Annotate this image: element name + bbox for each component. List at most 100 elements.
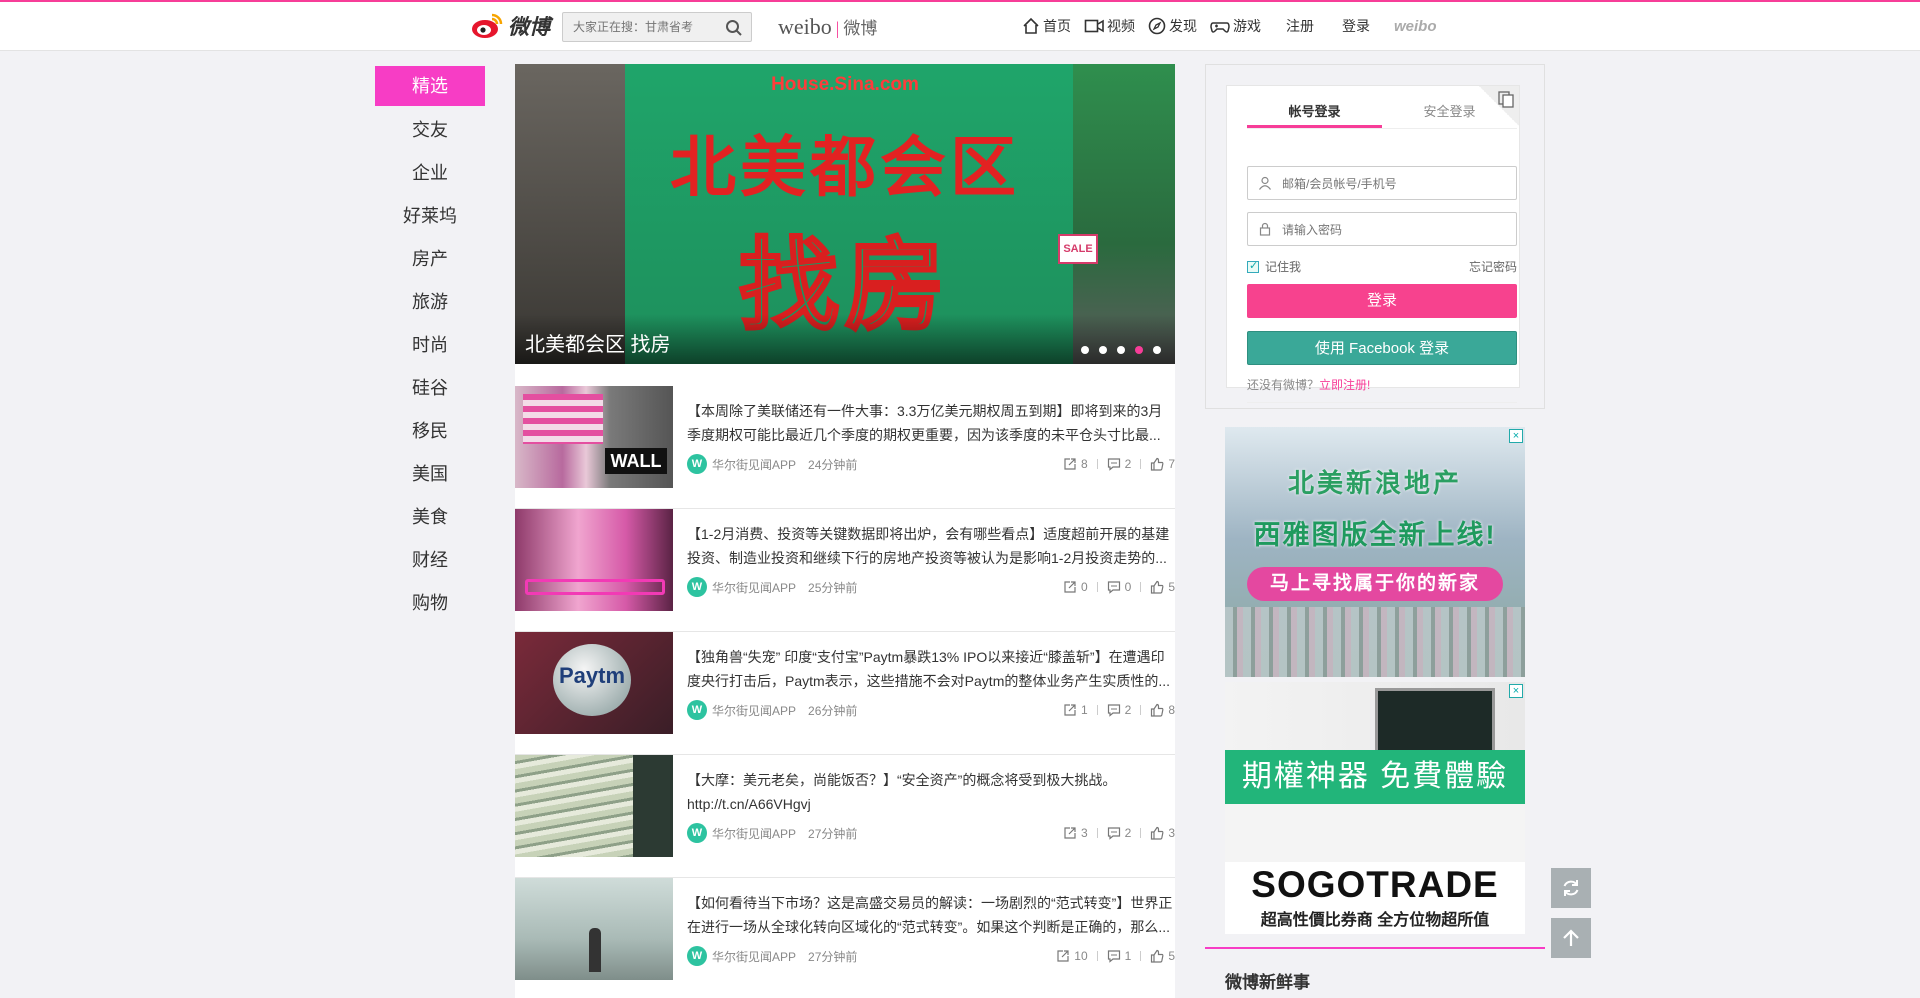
tab-account-login[interactable]: 帐号登录: [1247, 101, 1382, 128]
feed-text[interactable]: 【本周除了美联储还有一件大事：3.3万亿美元期权周五到期】即将到来的3月季度期权…: [687, 399, 1175, 447]
source-avatar[interactable]: W: [687, 946, 707, 966]
category-item[interactable]: 企业: [375, 152, 485, 195]
feed-source[interactable]: 华尔街见闻APP: [712, 456, 796, 473]
nav-games[interactable]: 游戏: [1210, 16, 1261, 36]
search-icon[interactable]: [725, 19, 743, 37]
like-action[interactable]: 5: [1150, 949, 1175, 963]
password-input[interactable]: [1282, 220, 1502, 240]
carousel-dot[interactable]: [1153, 346, 1161, 354]
category-item[interactable]: 精选: [375, 66, 485, 106]
thumbs-up-icon: [1151, 580, 1164, 594]
login-button[interactable]: 登录: [1247, 284, 1517, 318]
category-item[interactable]: 旅游: [375, 281, 485, 324]
username-field[interactable]: [1247, 166, 1517, 200]
ad1-cta[interactable]: 马上寻找属于你的新家: [1247, 567, 1503, 601]
search-box: [562, 12, 752, 42]
like-action[interactable]: 5: [1150, 580, 1175, 594]
feed-item[interactable]: 【大摩：美元老矣，尚能饭否？】“安全资产”的概念将受到极大挑战。http://t…: [515, 755, 1175, 878]
category-item[interactable]: 交友: [375, 109, 485, 152]
register-now-link[interactable]: 立即注册!: [1319, 378, 1370, 392]
stat-divider: [1096, 951, 1098, 961]
back-to-top-button[interactable]: [1551, 918, 1591, 958]
ad-sogotrade[interactable]: 期權神器 免費體驗 SOGOTRADE 超高性價比券商 全方位物超所值 ×: [1225, 682, 1525, 934]
repost-action[interactable]: 0: [1063, 580, 1088, 594]
carousel-dot[interactable]: [1135, 346, 1143, 354]
weibo-small-logo[interactable]: weibo: [1394, 18, 1437, 35]
feed-source[interactable]: 华尔街见闻APP: [712, 825, 796, 842]
forgot-password-link[interactable]: 忘记密码: [1469, 258, 1517, 275]
category-item[interactable]: 美国: [375, 453, 485, 496]
comment-icon: [1107, 950, 1120, 963]
source-avatar[interactable]: W: [687, 577, 707, 597]
feed-text[interactable]: 【独角兽“失宠” 印度“支付宝”Paytm暴跌13% IPO以来接近“膝盖斩”】…: [687, 645, 1175, 693]
feed-thumbnail[interactable]: [515, 755, 673, 857]
facebook-login-button[interactable]: 使用 Facebook 登录: [1247, 331, 1517, 365]
comment-action[interactable]: 1: [1107, 949, 1132, 963]
category-item[interactable]: 好莱坞: [375, 195, 485, 238]
category-item[interactable]: 财经: [375, 539, 485, 582]
ad1-close-icon[interactable]: ×: [1509, 429, 1523, 443]
nav-discover[interactable]: 发现: [1148, 16, 1197, 36]
feed-thumbnail[interactable]: [515, 509, 673, 611]
register-link[interactable]: 注册: [1286, 16, 1314, 36]
ad2-close-icon[interactable]: ×: [1509, 684, 1523, 698]
banner-carousel[interactable]: House.Sina.com 北美都会区 找房 SALE 北美都会区 找房: [515, 64, 1175, 364]
banner-site-text: House.Sina.com: [771, 74, 919, 95]
remember-checkbox[interactable]: [1247, 259, 1259, 273]
repost-action[interactable]: 1: [1063, 703, 1088, 717]
category-item[interactable]: 房产: [375, 238, 485, 281]
repost-action[interactable]: 10: [1056, 949, 1088, 963]
feed-text[interactable]: 【1-2月消费、投资等关键数据即将出炉，会有哪些看点】适度超前开展的基建投资、制…: [687, 522, 1175, 570]
nav-home[interactable]: 首页: [1022, 16, 1071, 36]
ad-seattle-realty[interactable]: 北美新浪地产 西雅图版全新上线! 马上寻找属于你的新家 ×: [1225, 427, 1525, 677]
weibo-logo[interactable]: 微博: [470, 11, 570, 41]
like-action[interactable]: 7: [1150, 457, 1175, 471]
repost-action[interactable]: 8: [1063, 457, 1088, 471]
feed-item[interactable]: 【如何看待当下市场？这是高盛交易员的解读：一场剧烈的“范式转变”】世界正在进行一…: [515, 878, 1175, 998]
feed-thumbnail[interactable]: WALL: [515, 386, 673, 488]
stat-divider: [1140, 828, 1142, 838]
search-input[interactable]: [563, 13, 713, 41]
source-avatar[interactable]: W: [687, 823, 707, 843]
feed-item[interactable]: 【1-2月消费、投资等关键数据即将出炉，会有哪些看点】适度超前开展的基建投资、制…: [515, 509, 1175, 632]
username-input[interactable]: [1282, 174, 1502, 194]
feed-item[interactable]: Paytm 【独角兽“失宠” 印度“支付宝”Paytm暴跌13% IPO以来接近“…: [515, 632, 1175, 755]
nav-video[interactable]: 视频: [1084, 16, 1135, 36]
comment-action[interactable]: 0: [1107, 580, 1131, 594]
feed-source[interactable]: 华尔街见闻APP: [712, 702, 796, 719]
feed-source[interactable]: 华尔街见闻APP: [712, 579, 796, 596]
password-field[interactable]: [1247, 212, 1517, 246]
category-item[interactable]: 移民: [375, 410, 485, 453]
category-item[interactable]: 硅谷: [375, 367, 485, 410]
feed-thumbnail[interactable]: [515, 878, 673, 980]
comment-action[interactable]: 2: [1107, 826, 1131, 840]
carousel-dot[interactable]: [1081, 346, 1089, 354]
like-action[interactable]: 3: [1150, 826, 1175, 840]
feed-meta: W 华尔街见闻APP 27分钟前 3 2 3: [687, 823, 1175, 843]
feed-text[interactable]: 【大摩：美元老矣，尚能饭否？】“安全资产”的概念将受到极大挑战。http://t…: [687, 768, 1175, 816]
feed-item[interactable]: WALL 【本周除了美联储还有一件大事：3.3万亿美元期权周五到期】即将到来的3月…: [515, 386, 1175, 509]
source-avatar[interactable]: W: [687, 700, 707, 720]
feed-text[interactable]: 【如何看待当下市场？这是高盛交易员的解读：一场剧烈的“范式转变”】世界正在进行一…: [687, 891, 1175, 939]
feed-time: 26分钟前: [808, 703, 858, 718]
feed-source[interactable]: 华尔街见闻APP: [712, 948, 796, 965]
top-nav: 首页 视频 发现 游戏 注册 登录 weibo: [1022, 16, 1437, 36]
comment-count: 1: [1124, 949, 1132, 963]
login-link[interactable]: 登录: [1342, 16, 1370, 36]
feed-thumbnail[interactable]: Paytm: [515, 632, 673, 734]
category-item[interactable]: 购物: [375, 582, 485, 625]
like-action[interactable]: 8: [1150, 703, 1175, 717]
comment-action[interactable]: 2: [1107, 457, 1131, 471]
remember-label: 记住我: [1265, 260, 1302, 274]
source-avatar[interactable]: W: [687, 454, 707, 474]
repost-count: 0: [1080, 580, 1088, 594]
category-item[interactable]: 美食: [375, 496, 485, 539]
right-column: 帐号登录 安全登录 记住我 忘记密码 登录 使用 Facebook 登录 还没有…: [1205, 64, 1545, 998]
carousel-dot[interactable]: [1117, 346, 1125, 354]
carousel-dot[interactable]: [1099, 346, 1107, 354]
repost-action[interactable]: 3: [1063, 826, 1088, 840]
comment-action[interactable]: 2: [1107, 703, 1131, 717]
category-item[interactable]: 时尚: [375, 324, 485, 367]
refresh-button[interactable]: [1551, 868, 1591, 908]
tab-secure-login[interactable]: 安全登录: [1382, 101, 1517, 128]
